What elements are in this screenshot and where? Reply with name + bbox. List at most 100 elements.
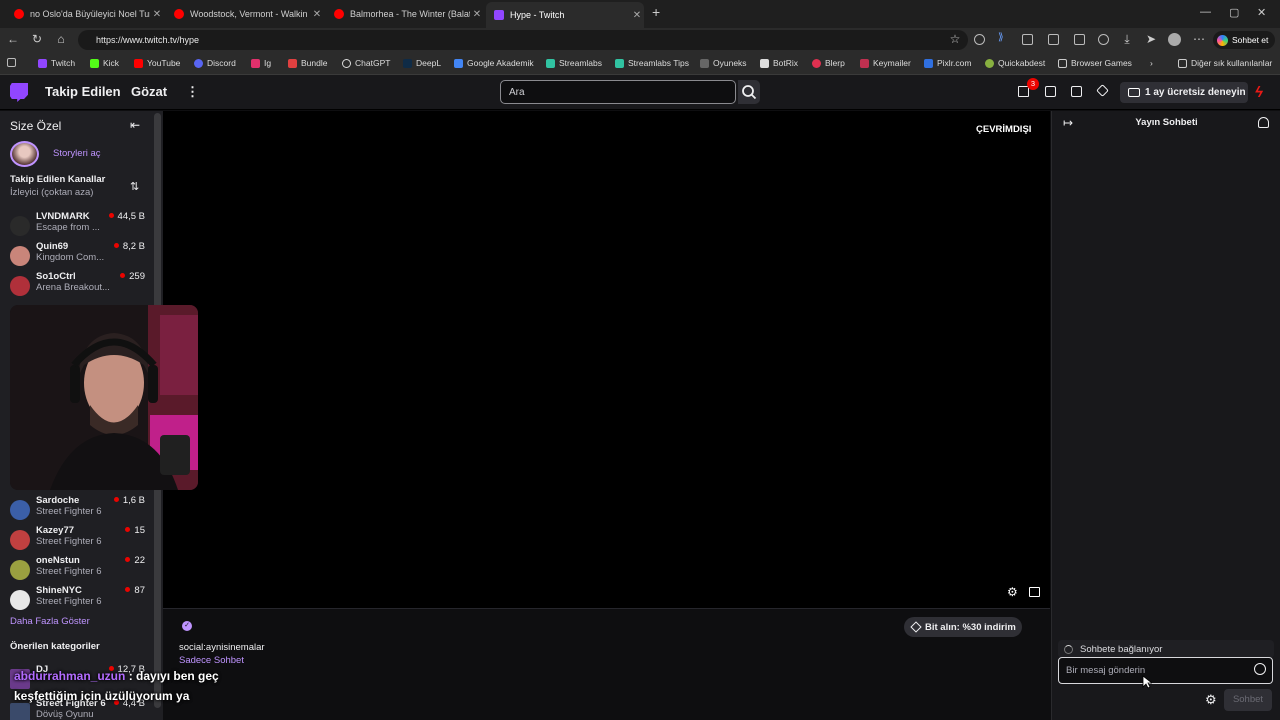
browser-tab[interactable]: Balmorhea - The Winter (Balat ✕	[326, 3, 484, 25]
back-icon[interactable]: ←	[5, 32, 21, 46]
channel-item[interactable]: Kazey77 Street Fighter 6 15	[10, 525, 150, 555]
channel-item[interactable]: Quin69 Kingdom Com... 8,2 B	[10, 241, 150, 271]
home-icon[interactable]: ⌂	[53, 32, 69, 46]
bookmark-kick[interactable]: Kick	[90, 58, 119, 68]
theatre-mode-icon[interactable]	[1029, 587, 1040, 597]
browser-tab[interactable]: no Oslo'da Büyüleyici Noel Turu ✕	[6, 3, 164, 25]
favorites-icon[interactable]	[1074, 34, 1085, 45]
bookmark-quickabdest[interactable]: Quickabdest	[985, 58, 1045, 68]
inbox-icon[interactable]	[1045, 86, 1056, 97]
live-dot-icon	[120, 273, 126, 278]
stories-avatar[interactable]	[10, 141, 39, 167]
chat-only-link[interactable]: Sadece Sohbet	[179, 655, 244, 666]
twitch-logo-icon[interactable]	[10, 83, 28, 102]
send-chat-button[interactable]: Sohbet	[1224, 689, 1272, 711]
bookmark-label: Quickabdest	[998, 58, 1046, 68]
close-icon[interactable]: ✕	[310, 9, 324, 20]
bookmark-youtube[interactable]: YouTube	[134, 58, 180, 68]
channel-item[interactable]: oneNstun Street Fighter 6 22	[10, 555, 150, 585]
extension-icon[interactable]: ϟ	[1255, 84, 1263, 101]
more-vertical-icon[interactable]: ⋮	[186, 84, 199, 100]
bits-icon[interactable]	[1096, 84, 1109, 97]
bookmark-apps-icon[interactable]	[7, 58, 16, 67]
split-screen-icon[interactable]	[1048, 34, 1059, 45]
bookmark-label: Blerp	[825, 58, 845, 68]
close-window-icon[interactable]: ✕	[1257, 6, 1266, 19]
channel-item[interactable]: LVNDMARK Escape from ... 44,5 B	[10, 211, 150, 241]
bookmark-google-scholar[interactable]: Google Akademik	[454, 58, 534, 68]
reload-icon[interactable]: ↻	[29, 32, 45, 46]
video-player[interactable]	[163, 111, 1050, 608]
prime-trial-button[interactable]: 1 ay ücretsiz deneyin	[1120, 82, 1248, 103]
new-tab-icon[interactable]: +	[652, 4, 660, 20]
tab-title: Hype - Twitch	[510, 10, 565, 20]
search-placeholder: Ara	[509, 87, 525, 98]
channel-item[interactable]: Sardoche Street Fighter 6 1,6 B	[10, 495, 150, 525]
bookmark-twitch[interactable]: Twitch	[38, 58, 75, 68]
live-dot-icon	[125, 527, 131, 532]
url-field[interactable]: https://www.twitch.tv/hype	[78, 30, 968, 50]
collections-icon[interactable]	[1098, 34, 1109, 45]
bookmark-pixlr[interactable]: Pixlr.com	[924, 58, 971, 68]
maximize-icon[interactable]: ▢	[1229, 6, 1239, 19]
discord-icon	[194, 58, 203, 68]
bookmark-streamlabs-tips[interactable]: Streamlabs Tips	[615, 58, 689, 68]
chat-message-input[interactable]: Bir mesaj gönderin	[1058, 657, 1273, 684]
bookmark-bundle[interactable]: Bundle	[288, 58, 327, 68]
stories-link[interactable]: Storyleri aç	[53, 148, 101, 159]
bookmark-label: Browser Games	[1071, 58, 1132, 68]
close-icon[interactable]: ✕	[470, 9, 484, 20]
profile-avatar[interactable]	[1168, 33, 1181, 46]
chevron-right-icon[interactable]: ›	[1150, 58, 1153, 68]
bookmark-deepl[interactable]: DeepL	[403, 58, 441, 68]
url-text: https://www.twitch.tv/hype	[96, 35, 200, 45]
bookmark-streamlabs[interactable]: Streamlabs	[546, 58, 602, 68]
favorite-star-icon[interactable]: ☆	[947, 32, 963, 46]
emote-picker-icon[interactable]	[1254, 663, 1266, 675]
minimize-icon[interactable]: —	[1200, 6, 1211, 18]
close-icon[interactable]: ✕	[150, 9, 164, 20]
community-icon[interactable]	[1258, 117, 1269, 128]
channel-game: Arena Breakout...	[36, 282, 110, 293]
nav-following[interactable]: Takip Edilen	[45, 84, 121, 99]
bookmark-chatgpt[interactable]: ChatGPT	[342, 58, 390, 68]
youtube-icon	[334, 9, 344, 19]
bookmark-instagram[interactable]: Ig	[251, 58, 271, 68]
live-dot-icon	[113, 497, 119, 502]
whispers-icon[interactable]	[1071, 86, 1082, 97]
collapse-sidebar-icon[interactable]: ⇤	[130, 118, 140, 132]
channel-item[interactable]: So1oCtrl Arena Breakout... 259	[10, 271, 150, 301]
chat-settings-icon[interactable]: ⚙	[1205, 692, 1217, 708]
bookmark-browser-games[interactable]: Browser Games	[1058, 58, 1132, 68]
extension-icon[interactable]: ⟫	[998, 32, 1009, 43]
share-icon[interactable]: ➤	[1143, 32, 1159, 46]
download-icon[interactable]: ⤓	[1119, 32, 1135, 47]
bookmark-keymailer[interactable]: Keymailer	[860, 58, 911, 68]
show-more-link[interactable]: Daha Fazla Göster	[10, 616, 90, 627]
bookmark-label: Bundle	[301, 58, 328, 68]
nav-browse[interactable]: Gözat	[131, 84, 167, 99]
gift-icon	[1128, 88, 1140, 97]
browser-tab[interactable]: Woodstock, Vermont - Walkin ✕	[166, 3, 324, 25]
close-icon[interactable]: ✕	[630, 10, 644, 21]
bookmark-oyuneks[interactable]: Oyuneks	[700, 58, 747, 68]
copilot-button[interactable]: Sohbet et	[1213, 31, 1275, 49]
extensions-icon[interactable]	[1022, 34, 1033, 45]
sort-icon[interactable]: ⇅	[130, 180, 139, 193]
blerp-icon	[812, 58, 821, 68]
browser-tab-active[interactable]: Hype - Twitch ✕	[486, 2, 644, 28]
more-menu-icon[interactable]: ⋯	[1191, 32, 1207, 46]
sidebar-title: Size Özel	[10, 119, 62, 133]
bookmark-discord[interactable]: Discord	[194, 58, 236, 68]
bookmark-botrix[interactable]: BotRix	[760, 58, 798, 68]
search-input[interactable]: Ara	[500, 80, 736, 104]
extension-icon[interactable]	[974, 34, 985, 45]
bookmark-blerp[interactable]: Blerp	[812, 58, 845, 68]
channel-game: Kingdom Com...	[36, 252, 105, 263]
bookmark-other[interactable]: Diğer sık kullanılanlar	[1178, 58, 1272, 68]
settings-gear-icon[interactable]: ⚙	[1007, 585, 1018, 599]
live-dot-icon	[125, 557, 131, 562]
channel-item[interactable]: ShineNYC Street Fighter 6 87	[10, 585, 150, 615]
search-button[interactable]	[738, 80, 760, 104]
bits-discount-button[interactable]: Bit alın: %30 indirim	[904, 617, 1022, 637]
